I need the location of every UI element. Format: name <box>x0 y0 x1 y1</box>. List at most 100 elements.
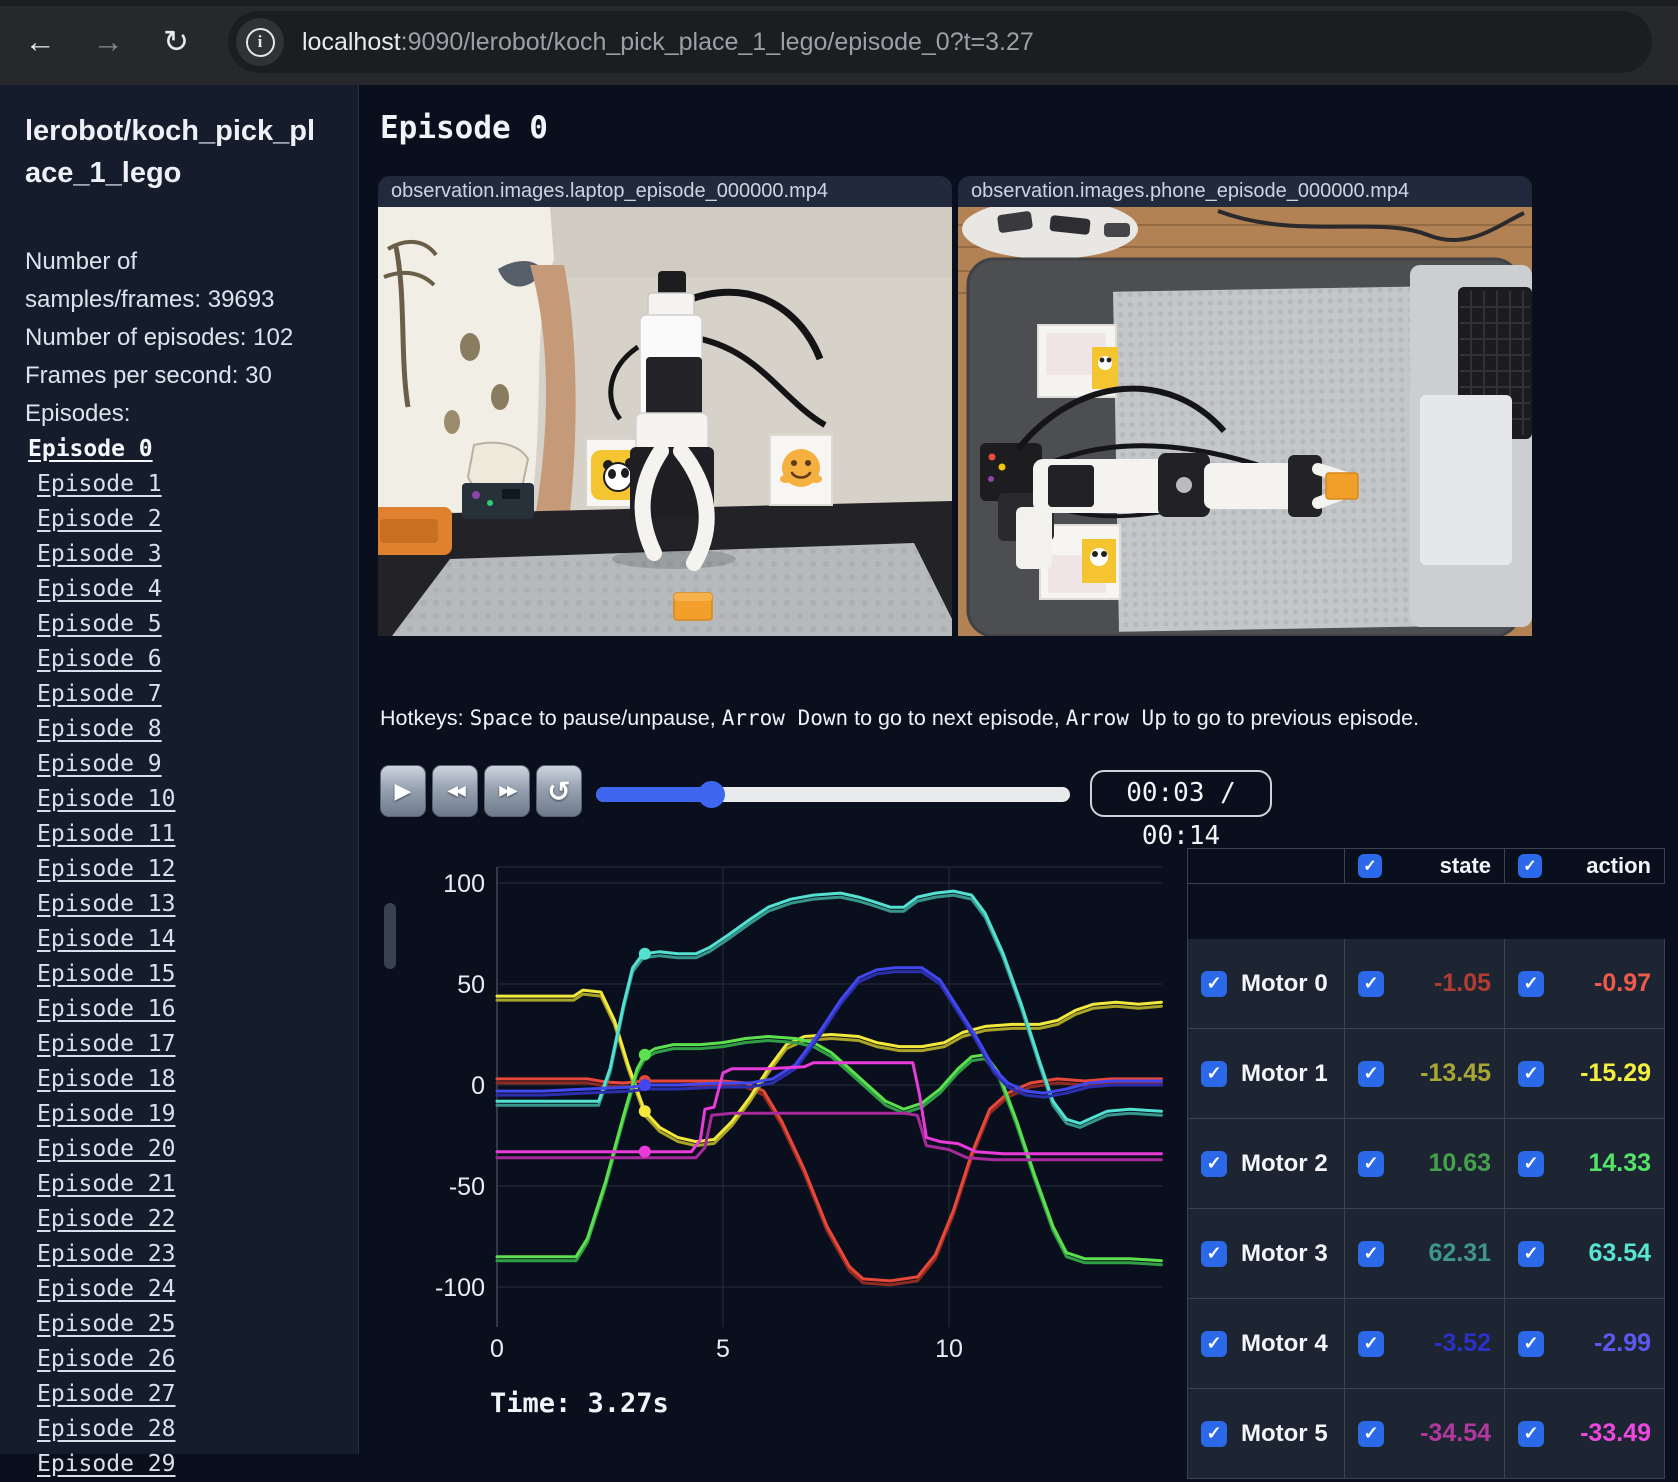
sidebar-episode-link[interactable]: Episode 9 <box>28 747 348 782</box>
state-value: -1.05 <box>1434 969 1491 997</box>
page-title: Episode 0 <box>380 110 548 146</box>
motor-label: Motor 0 <box>1241 969 1328 997</box>
seek-slider[interactable] <box>596 781 1070 808</box>
back-icon[interactable]: ← <box>18 20 62 64</box>
rewind-button[interactable]: ◀◀ <box>432 765 478 817</box>
sidebar-episode-link[interactable]: Episode 8 <box>28 712 348 747</box>
table-header-action: ✓ action <box>1505 849 1665 884</box>
motor-checkbox[interactable]: ✓ <box>1201 1420 1227 1447</box>
state-checkbox[interactable]: ✓ <box>1358 1060 1384 1087</box>
motor-checkbox[interactable]: ✓ <box>1201 1060 1227 1087</box>
state-checkbox[interactable]: ✓ <box>1358 1420 1384 1447</box>
motor-checkbox[interactable]: ✓ <box>1201 1330 1227 1357</box>
sidebar-episode-link[interactable]: Episode 1 <box>28 467 348 502</box>
sidebar-episode-link[interactable]: Episode 6 <box>28 642 348 677</box>
sidebar-episode-link[interactable]: Episode 25 <box>28 1307 348 1342</box>
action-cell: ✓ 63.54 <box>1505 1209 1665 1299</box>
motor-checkbox[interactable]: ✓ <box>1201 1240 1227 1267</box>
state-cell: ✓ 10.63 <box>1345 1119 1505 1209</box>
state-value: -13.45 <box>1420 1059 1491 1087</box>
motor-label: Motor 5 <box>1241 1419 1328 1447</box>
sidebar-episode-link[interactable]: Episode 5 <box>28 607 348 642</box>
x-tick-label: 10 <box>935 1335 963 1363</box>
sidebar-episode-link[interactable]: Episode 28 <box>28 1412 348 1447</box>
address-bar[interactable]: i localhost:9090/lerobot/koch_pick_place… <box>228 11 1652 73</box>
sidebar-episode-link[interactable]: Episode 27 <box>28 1377 348 1412</box>
action-checkbox[interactable]: ✓ <box>1518 1060 1544 1087</box>
action-value: 63.54 <box>1588 1239 1651 1267</box>
action-cell: ✓ -15.29 <box>1505 1029 1665 1119</box>
sidebar-episode-link[interactable]: Episode 14 <box>28 922 348 957</box>
sidebar-episode-link[interactable]: Episode 19 <box>28 1097 348 1132</box>
sidebar-episode-link[interactable]: Episode 11 <box>28 817 348 852</box>
action-checkbox[interactable]: ✓ <box>1518 1150 1544 1177</box>
x-tick-label: 0 <box>490 1335 504 1363</box>
forward-icon[interactable]: → <box>86 20 130 64</box>
y-tick-label: 50 <box>457 971 485 999</box>
hotkeys-help: Hotkeys: Space to pause/unpause, Arrow D… <box>380 706 1580 731</box>
table-header-state: ✓ state <box>1345 849 1505 884</box>
state-column-checkbox[interactable]: ✓ <box>1358 854 1382 878</box>
loop-button[interactable]: ↺ <box>536 765 582 817</box>
emoji-box <box>769 434 833 506</box>
action-checkbox[interactable]: ✓ <box>1518 1240 1544 1267</box>
electronics-board <box>462 483 534 519</box>
action-checkbox[interactable]: ✓ <box>1518 970 1544 997</box>
action-checkbox[interactable]: ✓ <box>1518 1420 1544 1447</box>
storage-box-top <box>1037 324 1118 398</box>
seek-slider-thumb[interactable] <box>697 781 725 808</box>
current-time-marker <box>638 1105 651 1118</box>
motor-label: Motor 2 <box>1241 1149 1328 1177</box>
state-cell: ✓ -1.05 <box>1345 939 1505 1029</box>
motor-label-cell: ✓ Motor 4 <box>1188 1299 1345 1389</box>
fast-forward-icon: ▶▶ <box>499 783 517 799</box>
state-checkbox[interactable]: ✓ <box>1358 1150 1384 1177</box>
sidebar-episode-link[interactable]: Episode 20 <box>28 1132 348 1167</box>
action-checkbox[interactable]: ✓ <box>1518 1330 1544 1357</box>
motor-chart: 100 50 0 -50 -100 0 5 10 <box>435 866 1163 1363</box>
motor-label-cell: ✓ Motor 5 <box>1188 1389 1345 1479</box>
motor-table: ✓ state ✓ action ✓ Motor 0 ✓ -1.05 ✓ -0.97 ✓ Mo… <box>1187 848 1665 1479</box>
state-checkbox[interactable]: ✓ <box>1358 970 1384 997</box>
sidebar-episode-link[interactable]: Episode 0 <box>28 432 348 467</box>
motor-checkbox[interactable]: ✓ <box>1201 970 1227 997</box>
site-info-button[interactable]: i <box>236 18 284 66</box>
action-column-checkbox[interactable]: ✓ <box>1518 854 1542 878</box>
video-scene-phone <box>958 199 1532 636</box>
sidebar-episode-link[interactable]: Episode 17 <box>28 1027 348 1062</box>
state-cell: ✓ -13.45 <box>1345 1029 1505 1119</box>
sidebar-episode-link[interactable]: Episode 12 <box>28 852 348 887</box>
sidebar-episode-link[interactable]: Episode 15 <box>28 957 348 992</box>
current-time-marker <box>638 1079 651 1091</box>
motor-checkbox[interactable]: ✓ <box>1201 1150 1227 1177</box>
video-player-laptop[interactable]: observation.images.laptop_episode_000000… <box>378 176 952 636</box>
sidebar-episode-link[interactable]: Episode 21 <box>28 1167 348 1202</box>
sidebar-episode-link[interactable]: Episode 2 <box>28 502 348 537</box>
sidebar-episode-link[interactable]: Episode 16 <box>28 992 348 1027</box>
reload-icon[interactable]: ↻ <box>154 20 198 64</box>
sidebar-episode-link[interactable]: Episode 26 <box>28 1342 348 1377</box>
play-button[interactable]: ▶ <box>380 765 426 817</box>
sidebar-episode-link[interactable]: Episode 24 <box>28 1272 348 1307</box>
sidebar-episode-link[interactable]: Episode 4 <box>28 572 348 607</box>
sidebar-episode-link[interactable]: Episode 18 <box>28 1062 348 1097</box>
sidebar-episode-link[interactable]: Episode 3 <box>28 537 348 572</box>
sidebar-episode-link[interactable]: Episode 10 <box>28 782 348 817</box>
fast-forward-button[interactable]: ▶▶ <box>484 765 530 817</box>
sidebar-episode-link[interactable]: Episode 7 <box>28 677 348 712</box>
table-header-empty <box>1188 849 1345 884</box>
video-title: observation.images.phone_episode_000000.… <box>958 176 1532 207</box>
laptop <box>1410 265 1532 627</box>
action-value: -0.97 <box>1594 969 1651 997</box>
sidebar-episode-link[interactable]: Episode 13 <box>28 887 348 922</box>
video-frame-laptop <box>378 207 952 636</box>
key-arrow-up: Arrow Up <box>1065 706 1167 730</box>
sidebar-episode-link[interactable]: Episode 29 <box>28 1447 348 1482</box>
state-value: -34.54 <box>1420 1419 1491 1447</box>
sidebar-episode-link[interactable]: Episode 23 <box>28 1237 348 1272</box>
sidebar-episode-link[interactable]: Episode 22 <box>28 1202 348 1237</box>
state-checkbox[interactable]: ✓ <box>1358 1240 1384 1267</box>
state-checkbox[interactable]: ✓ <box>1358 1330 1384 1357</box>
video-player-phone[interactable]: observation.images.phone_episode_000000.… <box>958 176 1532 636</box>
current-time-marker <box>638 1145 651 1158</box>
